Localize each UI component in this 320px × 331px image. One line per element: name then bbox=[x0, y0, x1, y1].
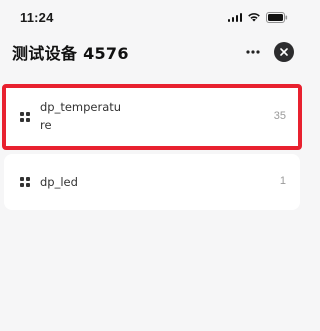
datapoint-name: dp_led bbox=[40, 173, 78, 191]
header-actions bbox=[242, 41, 294, 63]
screen: 11:24 测试设备 4576 dp_temperatu re 35 dp_le… bbox=[0, 0, 304, 331]
battery-icon bbox=[266, 11, 288, 23]
status-icons bbox=[227, 11, 289, 23]
header: 测试设备 4576 bbox=[0, 38, 304, 66]
datapoint-name-line1: dp_temperatu bbox=[40, 100, 122, 114]
status-bar: 11:24 bbox=[0, 0, 304, 34]
datapoint-value: 35 bbox=[273, 110, 286, 122]
datapoint-name: dp_temperatu re bbox=[40, 98, 121, 134]
datapoint-value: 1 bbox=[279, 175, 286, 187]
datapoint-name-line1: dp_led bbox=[40, 175, 78, 189]
datapoint-item-led[interactable]: dp_led 1 bbox=[4, 154, 300, 210]
more-icon bbox=[246, 50, 260, 54]
wifi-icon bbox=[247, 12, 261, 22]
close-button[interactable] bbox=[274, 42, 294, 62]
grid-icon bbox=[20, 112, 30, 122]
close-icon bbox=[280, 48, 288, 56]
signal-icon bbox=[227, 12, 242, 22]
more-button[interactable] bbox=[242, 41, 264, 63]
datapoint-name-line2: re bbox=[40, 118, 52, 132]
status-time: 11:24 bbox=[20, 9, 54, 25]
datapoint-item-temperature[interactable]: dp_temperatu re 35 bbox=[2, 84, 302, 150]
page-title: 测试设备 4576 bbox=[12, 44, 129, 63]
grid-icon bbox=[20, 177, 30, 187]
